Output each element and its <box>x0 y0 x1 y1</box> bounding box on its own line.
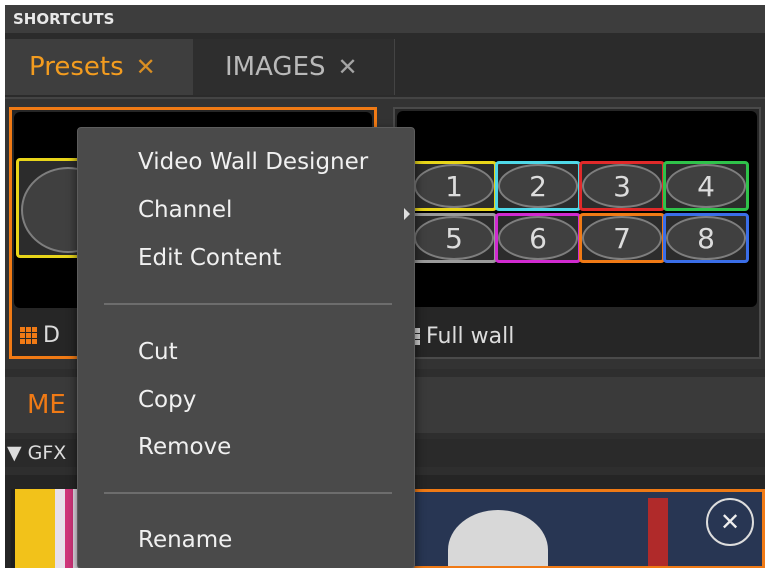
menu-item-channel[interactable]: Channel <box>138 194 232 226</box>
submenu-arrow-icon <box>404 208 410 220</box>
screen-number: 5 <box>414 216 494 260</box>
screen-cell-8: 8 <box>663 213 749 263</box>
context-menu: Video Wall Designer Channel Edit Content… <box>77 127 415 568</box>
screen-number: 8 <box>666 216 746 260</box>
menu-item-edit-content[interactable]: Edit Content <box>138 242 281 274</box>
preset-name: Full wall <box>426 324 515 349</box>
screen-cell-4: 4 <box>663 161 749 211</box>
preset-preview: 1234 5678 <box>397 111 757 307</box>
tab-bar: Presets ✕ IMAGES ✕ <box>5 33 765 99</box>
menu-item-remove[interactable]: Remove <box>138 431 231 463</box>
screen-cell-5: 5 <box>411 213 497 263</box>
preset-name: D <box>43 323 60 348</box>
tab-images[interactable]: IMAGES ✕ <box>193 39 395 95</box>
preset-label: D <box>20 323 60 348</box>
menu-item-cut[interactable]: Cut <box>138 336 178 368</box>
screen-number: 2 <box>498 164 578 208</box>
tab-presets-label: Presets <box>29 52 124 82</box>
screen-cell-6: 6 <box>495 213 581 263</box>
screen-cell-7: 7 <box>579 213 665 263</box>
close-icon[interactable]: ✕ <box>338 53 358 81</box>
menu-item-copy[interactable]: Copy <box>138 384 196 416</box>
media-thumbnail-selected[interactable]: ✕ <box>405 489 765 568</box>
preset-label: Full wall <box>403 324 514 349</box>
menu-item-video-wall-designer[interactable]: Video Wall Designer <box>138 146 368 178</box>
screen-number: 7 <box>582 216 662 260</box>
screen-number: 4 <box>666 164 746 208</box>
shortcuts-panel: SHORTCUTS Presets ✕ IMAGES ✕ D 1 2 3 4 5… <box>5 5 765 568</box>
menu-separator <box>104 303 392 305</box>
screen-number: 3 <box>582 164 662 208</box>
close-icon[interactable]: ✕ <box>706 498 754 546</box>
screen-number: 1 <box>414 164 494 208</box>
tab-presets[interactable]: Presets ✕ <box>5 39 193 95</box>
menu-separator <box>104 492 392 494</box>
screen-cell-1: 1 <box>411 161 497 211</box>
screen-cell-3: 3 <box>579 161 665 211</box>
close-icon[interactable]: ✕ <box>136 53 156 81</box>
screen-number: 6 <box>498 216 578 260</box>
grid-icon <box>20 327 37 344</box>
photo-person <box>448 510 548 566</box>
tab-images-label: IMAGES <box>225 52 326 82</box>
photo-flag <box>648 498 668 566</box>
shortcuts-title: SHORTCUTS <box>5 5 765 33</box>
preset-cell <box>16 158 115 258</box>
menu-item-rename[interactable]: Rename <box>138 524 232 556</box>
preset-card-full-wall[interactable]: 1234 5678 Full wall <box>393 107 761 359</box>
screen-cell-2: 2 <box>495 161 581 211</box>
